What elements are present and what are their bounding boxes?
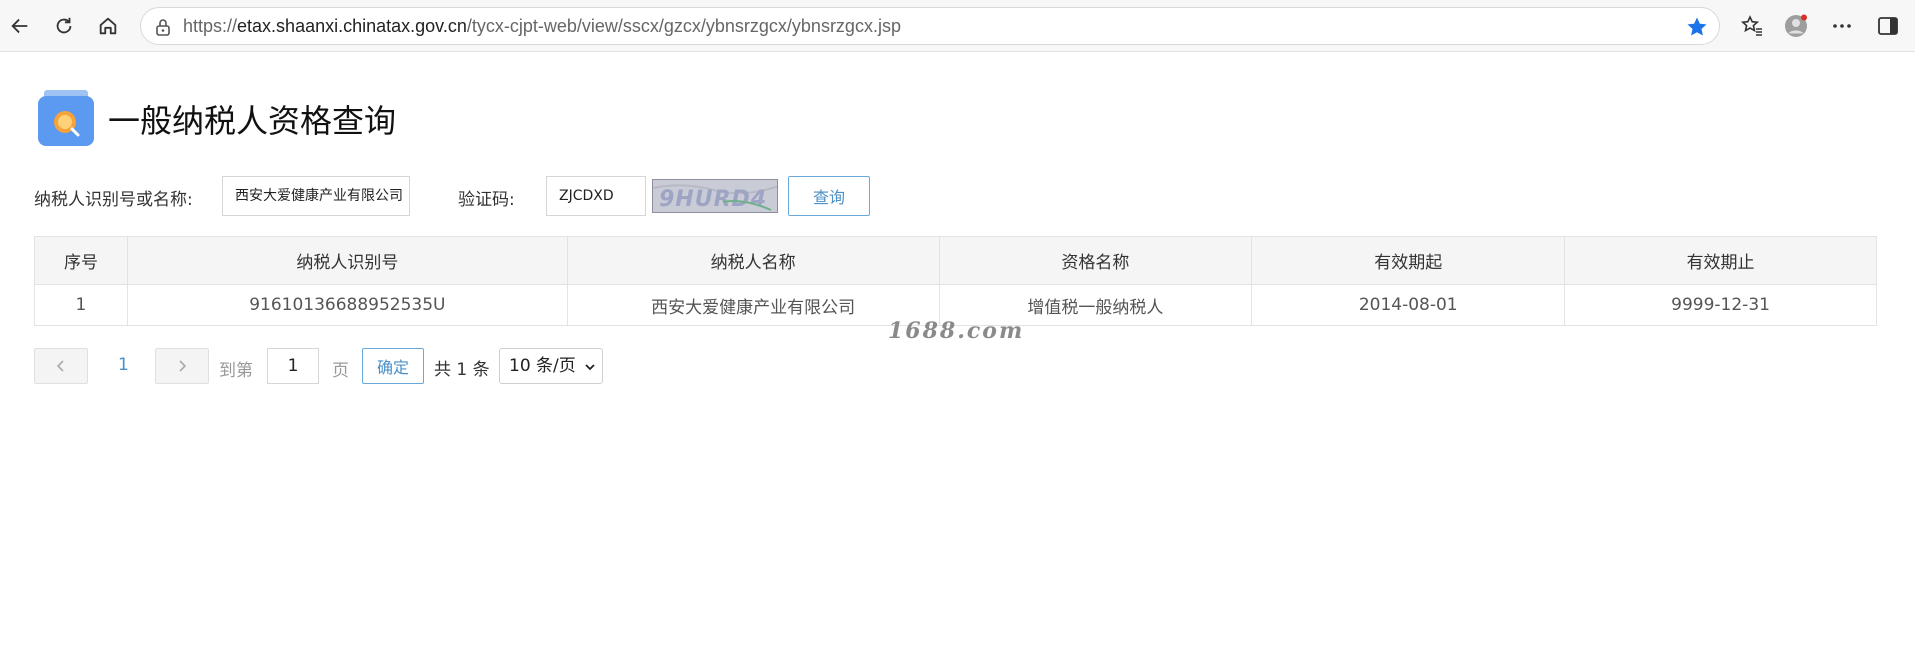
- prev-page-button[interactable]: [34, 348, 88, 384]
- address-bar[interactable]: https://etax.shaanxi.chinatax.gov.cn/tyc…: [140, 7, 1720, 45]
- next-page-button[interactable]: [155, 348, 209, 384]
- header-qualification: 资格名称: [938, 236, 1253, 285]
- header-taxpayer-name: 纳税人名称: [566, 236, 940, 285]
- header-valid-from: 有效期起: [1251, 236, 1566, 285]
- url-prefix: https://: [183, 16, 238, 36]
- pagination: 1 到第 1 页 确定 共 1 条 10 条/页: [34, 348, 634, 384]
- back-button[interactable]: [2, 8, 38, 44]
- captcha-input[interactable]: ZJCDXD: [546, 176, 646, 216]
- browser-toolbar: https://etax.shaanxi.chinatax.gov.cn/tyc…: [0, 0, 1915, 52]
- search-form: 纳税人识别号或名称: 西安大爱健康产业有限公司 验证码: ZJCDXD 9HUR…: [34, 176, 894, 216]
- refresh-button[interactable]: [46, 8, 82, 44]
- url-text: https://etax.shaanxi.chinatax.gov.cn/tyc…: [183, 16, 901, 37]
- captcha-image[interactable]: 9HURD4: [652, 179, 778, 213]
- home-icon: [99, 17, 117, 35]
- goto-confirm-button[interactable]: 确定: [362, 348, 424, 384]
- cell-index: 1: [34, 284, 128, 326]
- page-title: 一般纳税人资格查询: [108, 102, 397, 140]
- refresh-icon: [56, 17, 72, 34]
- table-header-row: 序号 纳税人识别号 纳税人名称 资格名称 有效期起 有效期止: [34, 236, 1877, 285]
- query-button[interactable]: 查询: [788, 176, 870, 216]
- cell-valid-to: 9999-12-31: [1564, 284, 1877, 326]
- url-path: /tycx-cjpt-web/view/sscx/gzcx/ybnsrzgcx/…: [466, 16, 901, 36]
- captcha-label: 验证码:: [458, 190, 515, 210]
- current-page-number[interactable]: 1: [118, 355, 129, 375]
- results-table: 序号 纳税人识别号 纳税人名称 资格名称 有效期起 有效期止 1 9161013…: [34, 236, 1877, 326]
- avatar-icon: [1785, 14, 1807, 37]
- goto-label: 到第: [219, 361, 253, 381]
- header-taxpayer-id: 纳税人识别号: [126, 236, 568, 285]
- page-size-select[interactable]: 10 条/页: [499, 348, 603, 384]
- cell-taxpayer-id: 91610136688952535U: [126, 284, 568, 326]
- search-document-icon: [38, 90, 94, 146]
- goto-page-input[interactable]: 1: [267, 348, 319, 384]
- taxpayer-input[interactable]: 西安大爱健康产业有限公司: [222, 176, 410, 216]
- cell-valid-from: 2014-08-01: [1251, 284, 1566, 326]
- chevron-left-icon: [56, 360, 64, 372]
- back-arrow-icon: [11, 18, 28, 34]
- chevron-right-icon: [179, 360, 187, 372]
- more-dots-icon: [1833, 24, 1851, 28]
- page-suffix-label: 页: [332, 361, 349, 381]
- lock-icon[interactable]: [153, 17, 173, 37]
- page-size-value: 10 条/页: [509, 356, 576, 376]
- home-button[interactable]: [90, 8, 126, 44]
- header-index: 序号: [34, 236, 128, 285]
- captcha-image-text: 9HURD4: [659, 187, 767, 212]
- sidebar-icon: [1878, 17, 1898, 35]
- profile-button[interactable]: [1778, 8, 1814, 44]
- sidebar-toggle-button[interactable]: [1870, 8, 1906, 44]
- watermark: 1688.com: [888, 318, 1025, 344]
- favorites-button[interactable]: [1734, 8, 1770, 44]
- more-menu-button[interactable]: [1824, 8, 1860, 44]
- url-host: etax.shaanxi.chinatax.gov.cn: [237, 16, 467, 36]
- taxpayer-label: 纳税人识别号或名称:: [34, 190, 193, 210]
- favorite-star-icon[interactable]: [1685, 15, 1709, 39]
- chevron-down-icon: [585, 364, 595, 371]
- header-valid-to: 有效期止: [1564, 236, 1877, 285]
- total-count: 共 1 条: [434, 360, 490, 380]
- cell-taxpayer-name: 西安大爱健康产业有限公司: [566, 284, 940, 326]
- favorites-list-icon: [1740, 15, 1762, 36]
